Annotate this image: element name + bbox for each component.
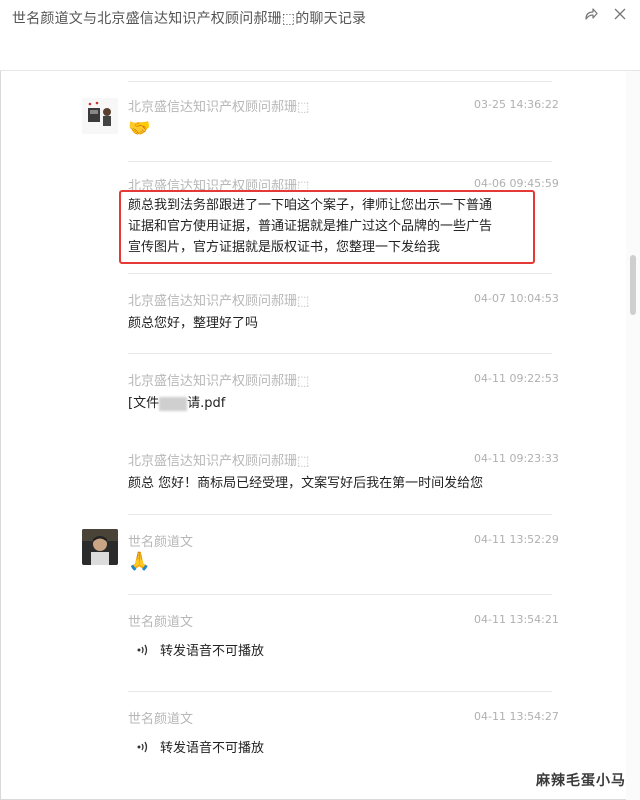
message-text: 颜总 您好！商标局已经受理，文案写好后我在第一时间发给您 [128,476,484,491]
voice-message[interactable]: 转发语音不可播放 [136,640,264,659]
message-item: 世名颜道文 04-11 13:54:27 转发语音不可播放 [0,691,626,791]
share-icon[interactable] [583,6,599,22]
divider [128,514,552,515]
message-item: 北京盛信达知识产权顾问郝珊⬚ 04-07 10:04:53 颜总您好，整理好了吗 [0,273,626,353]
divider [128,353,552,354]
timestamp: 04-06 09:45:59 [474,177,559,190]
sender-name: 北京盛信达知识产权顾问郝珊⬚ [128,374,310,389]
message-item: 北京盛信达知识产权顾问郝珊⬚ 04-11 09:23:33 颜总 您好！商标局已… [0,433,626,513]
sender-name: 世名颜道文 [128,712,194,727]
message-list[interactable]: 北京盛信达知识产权顾问郝珊⬚ 03-25 14:36:22 🤝 北京盛信达知识产… [0,71,626,800]
divider [128,691,552,692]
message-item: 世名颜道文 04-11 13:52:29 🙏 [0,514,626,594]
emoji-pray: 🙏 [128,551,151,572]
avatar[interactable] [82,98,118,134]
voice-icon [137,741,148,753]
timestamp: 04-11 09:23:33 [474,452,559,465]
voice-icon [137,644,148,656]
divider [128,161,552,162]
timestamp: 04-07 10:04:53 [474,292,559,305]
scrollbar[interactable] [626,71,640,800]
file-suffix: 请.pdf [187,396,226,411]
watermark: 麻辣毛蛋小马 [536,773,626,789]
voice-label: 转发语音不可播放 [160,644,265,659]
close-icon[interactable] [612,6,628,22]
emoji-handshake: 🤝 [128,118,151,139]
avatar-user-image [82,529,118,565]
message-item: 世名颜道文 04-11 13:54:21 转发语音不可播放 [0,594,626,690]
timestamp: 04-11 09:22:53 [474,372,559,385]
divider [128,273,552,274]
timestamp: 03-25 14:36:22 [474,98,559,111]
sender-name: 北京盛信达知识产权顾问郝珊⬚ [128,294,310,309]
sender-name: 北京盛信达知识产权顾问郝珊⬚ [128,100,310,115]
divider [128,594,552,595]
file-message[interactable]: [文件 请.pdf [128,393,225,414]
timestamp: 04-11 13:54:21 [474,613,559,626]
redacted-filename [159,396,188,411]
window-title: 世名颜道文与北京盛信达知识产权顾问郝珊⬚的聊天记录 [12,11,367,27]
timestamp: 04-11 13:54:27 [474,710,559,723]
message-item: 北京盛信达知识产权顾问郝珊⬚ 04-11 09:22:53 [文件 请.pdf [0,353,626,433]
divider [128,81,552,82]
scrollbar-thumb[interactable] [630,255,636,315]
avatar[interactable] [82,529,118,565]
sender-name: 北京盛信达知识产权顾问郝珊⬚ [128,454,310,469]
voice-message[interactable]: 转发语音不可播放 [136,737,264,756]
timestamp: 04-11 13:52:29 [474,533,559,546]
highlight-box [119,190,535,264]
avatar-consultant-image [82,98,118,134]
file-prefix: [文件 [128,396,160,411]
title-bar: 世名颜道文与北京盛信达知识产权顾问郝珊⬚的聊天记录 [0,0,640,71]
message-text: 颜总您好，整理好了吗 [128,316,259,331]
message-item: 北京盛信达知识产权顾问郝珊⬚ 03-25 14:36:22 🤝 [0,81,626,159]
sender-name: 世名颜道文 [128,535,194,550]
sender-name: 世名颜道文 [128,615,194,630]
voice-label: 转发语音不可播放 [160,741,265,756]
